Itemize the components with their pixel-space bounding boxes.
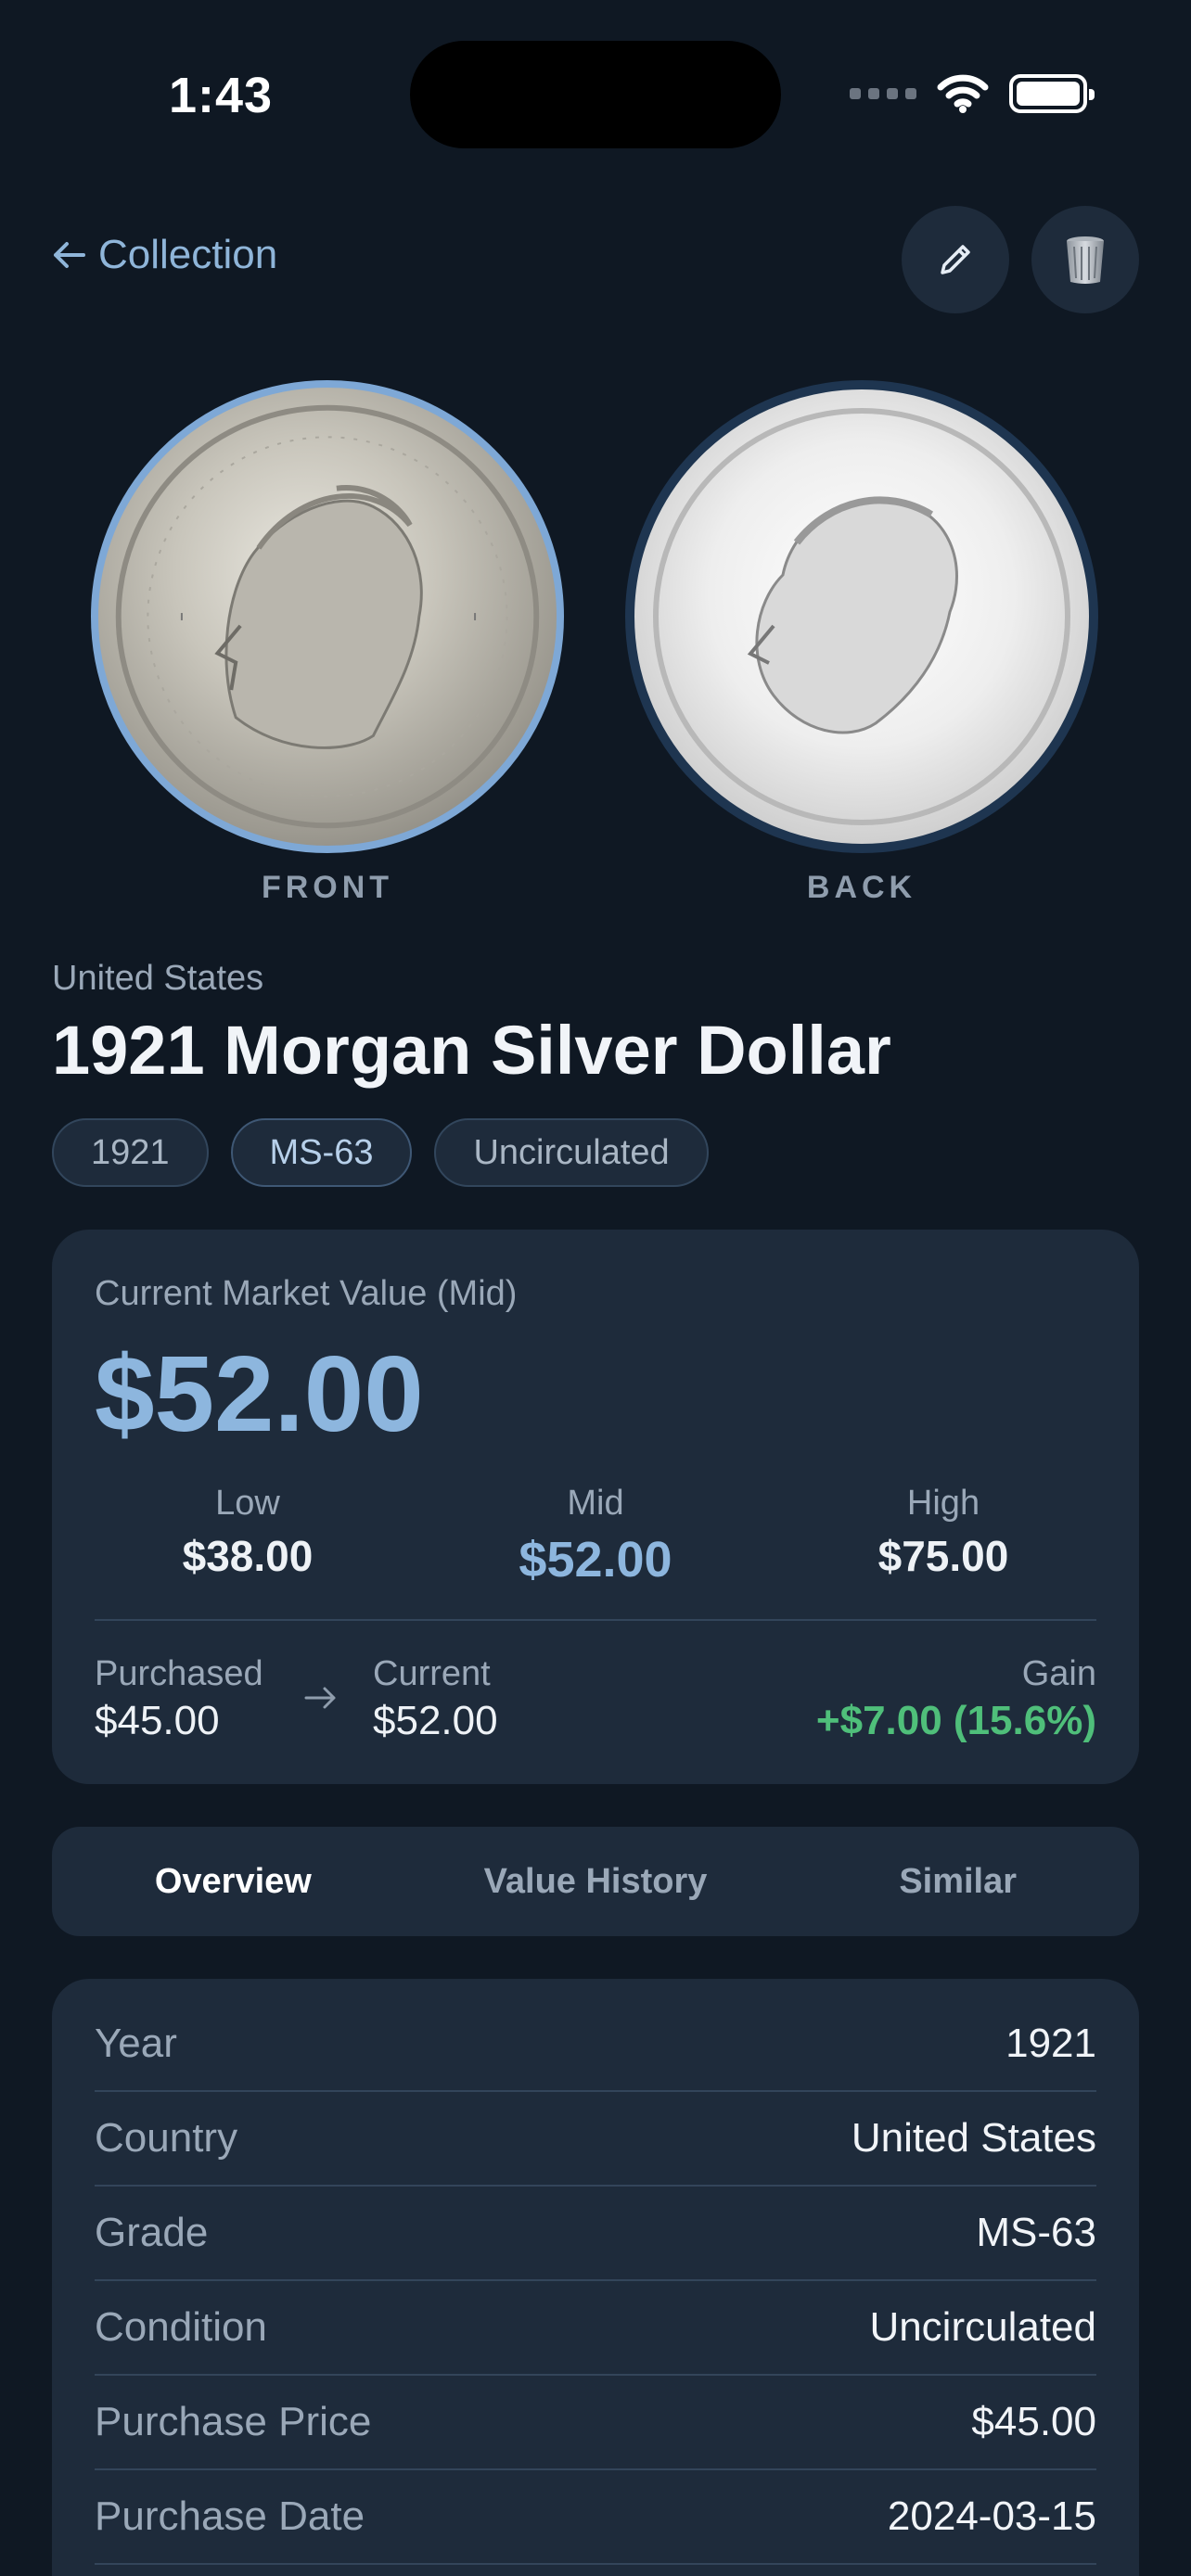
divider — [95, 1619, 1096, 1621]
detail-value: 2024-03-15 — [887, 2493, 1096, 2539]
gain-label: Gain — [1021, 1654, 1096, 1693]
morgan-dollar-obverse — [115, 404, 540, 829]
detail-row-country: Country United States — [95, 2092, 1096, 2187]
wifi-icon — [937, 74, 989, 113]
range-mid: Mid $52.00 — [424, 1484, 767, 1588]
gain-block: Gain +$7.00 (15.6%) — [816, 1654, 1096, 1744]
cellular-signal-icon — [850, 88, 916, 99]
detail-key: Grade — [95, 2210, 209, 2255]
tab-overview[interactable]: Overview — [52, 1827, 415, 1936]
detail-key: Condition — [95, 2304, 267, 2350]
detail-key: Country — [95, 2115, 238, 2161]
detail-row-grade: Grade MS-63 — [95, 2187, 1096, 2281]
detail-tabs: Overview Value History Similar — [52, 1827, 1139, 1936]
purchased-block: Purchased $45.00 — [95, 1654, 263, 1744]
purchased-value: $45.00 — [95, 1698, 220, 1743]
status-icons — [850, 74, 1095, 113]
kennedy-half-obverse — [653, 408, 1070, 825]
detail-value: $45.00 — [971, 2399, 1096, 2444]
detail-row-purchase-price: Purchase Price $45.00 — [95, 2376, 1096, 2470]
battery-icon — [1009, 74, 1095, 113]
market-value-card: Current Market Value (Mid) $52.00 Low $3… — [52, 1230, 1139, 1784]
arrow-right-icon — [304, 1687, 336, 1709]
back-label: Collection — [98, 232, 278, 277]
detail-key: Year — [95, 2021, 177, 2066]
tag-grade: MS-63 — [230, 1118, 413, 1187]
dynamic-island — [410, 41, 781, 148]
pencil-icon — [941, 245, 970, 274]
back-button[interactable]: Collection — [52, 232, 277, 278]
detail-key: Purchase Date — [95, 2493, 365, 2539]
detail-row-purchase-date: Purchase Date 2024-03-15 — [95, 2470, 1096, 2565]
range-high-value: $75.00 — [877, 1532, 1009, 1580]
detail-value: 1921 — [1005, 2021, 1096, 2066]
detail-row-condition: Condition Uncirculated — [95, 2281, 1096, 2376]
tag-condition: Uncirculated — [434, 1118, 709, 1187]
detail-value: MS-63 — [976, 2210, 1096, 2255]
range-mid-value: $52.00 — [519, 1532, 672, 1588]
detail-row-year: Year 1921 — [95, 1997, 1096, 2092]
delete-button[interactable] — [1031, 206, 1139, 313]
market-value-price: $52.00 — [95, 1333, 424, 1454]
tag-list: 1921 MS-63 Uncirculated — [52, 1118, 709, 1187]
range-low-value: $38.00 — [182, 1532, 314, 1580]
range-low: Low $38.00 — [76, 1484, 419, 1581]
tab-value-history[interactable]: Value History — [415, 1827, 777, 1936]
range-low-label: Low — [215, 1484, 280, 1523]
current-value: $52.00 — [373, 1698, 498, 1743]
detail-key: Purchase Price — [95, 2399, 372, 2444]
edit-button[interactable] — [902, 206, 1009, 313]
arrow-left-icon — [54, 242, 85, 268]
current-block: Current $52.00 — [373, 1654, 498, 1744]
trash-icon — [1067, 236, 1104, 284]
tab-similar[interactable]: Similar — [776, 1827, 1139, 1936]
detail-value: Uncirculated — [869, 2304, 1096, 2350]
coin-front-image[interactable] — [91, 380, 564, 853]
range-high: High $75.00 — [772, 1484, 1115, 1581]
range-high-label: High — [906, 1484, 980, 1523]
coin-back-label: BACK — [806, 870, 917, 905]
current-label: Current — [373, 1654, 491, 1693]
tag-year: 1921 — [52, 1118, 209, 1187]
purchased-label: Purchased — [95, 1654, 263, 1693]
page-title: 1921 Morgan Silver Dollar — [52, 1012, 891, 1089]
range-mid-label: Mid — [567, 1484, 624, 1523]
coin-detail-screen: 1:43 Collection FRONT BACK United States… — [0, 0, 1191, 2576]
coin-back-image[interactable] — [625, 380, 1098, 853]
status-time: 1:43 — [169, 68, 274, 123]
detail-value: United States — [851, 2115, 1096, 2161]
details-card: Year 1921 Country United States Grade MS… — [52, 1979, 1139, 2576]
market-value-label: Current Market Value (Mid) — [95, 1274, 518, 1313]
coin-front-label: FRONT — [261, 870, 394, 905]
gain-value: +$7.00 (15.6%) — [815, 1698, 1096, 1743]
coin-country: United States — [52, 959, 264, 998]
